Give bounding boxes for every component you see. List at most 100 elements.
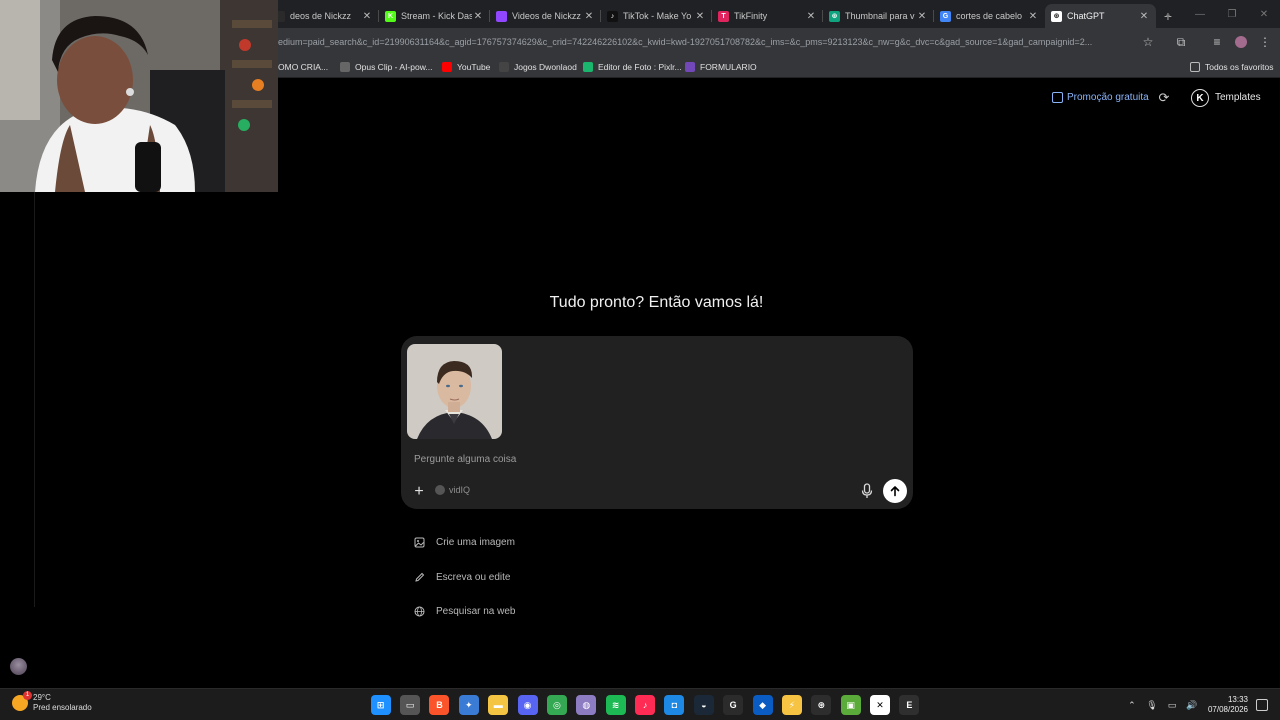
close-window-button[interactable]: ✕ [1248,0,1280,28]
free-promo-link[interactable]: Promoção gratuita [1052,92,1149,103]
chevron-up-icon[interactable]: ⌃ [1125,698,1139,712]
bookmark-label: FORMULARIO [700,62,757,72]
maximize-button[interactable]: ❐ [1216,0,1248,28]
bookmark-label: Jogos Dwonlaod [514,62,577,72]
add-attachment-button[interactable]: + [412,483,426,501]
epic-games-icon[interactable]: E [899,695,920,715]
copilot-icon[interactable]: ✦ [458,695,479,715]
attached-image-thumbnail[interactable] [407,344,502,439]
bookmark-favicon-icon [340,62,350,72]
microphone-tray-icon[interactable]: 🎙 [1145,698,1159,712]
weather-widget[interactable]: 29°C Pred ensolarado [12,691,92,713]
tab-close-icon[interactable]: ✕ [694,11,706,22]
bookmark-label: Editor de Foto : Pixlr... [598,62,682,72]
user-avatar[interactable] [10,658,27,675]
suggestion-label: Crie uma imagem [436,537,515,548]
bookmark-favicon-icon [685,62,695,72]
tiktok-icon[interactable]: ♪ [635,695,656,715]
bookmark-label: Opus Clip - AI-pow... [355,62,433,72]
bookmark-item[interactable]: FORMULARIO [685,60,757,74]
steam-icon[interactable]: ◒ [693,695,714,715]
suggestion-item[interactable]: Escreva ou edite [414,572,511,583]
tab-favicon-icon: ⊛ [1051,10,1062,22]
prompt-input[interactable]: Pergunte alguma coisa [414,454,516,465]
bookmark-item[interactable]: Opus Clip - AI-pow... [340,60,432,74]
network-icon[interactable]: ▭ [1165,698,1179,712]
templates-button[interactable]: Templates [1215,92,1261,103]
bookmark-item[interactable]: Editor de Foto : Pixlr... [583,60,682,74]
tab-close-icon[interactable]: ✕ [361,11,373,22]
webcam-feed [0,0,278,192]
chatgpt-app-icon[interactable]: ⊛ [811,695,832,715]
browser-tab[interactable]: ⊛ ChatGPT ✕ [1045,4,1156,28]
tab-title: Videos de Nickzz [512,11,581,21]
discord-icon[interactable]: ◉ [517,695,538,715]
templates-logo-icon[interactable]: K [1191,89,1209,107]
taskbar-apps: ⊞ ▭ B ✦ ▬ ◉ ◎ ◍ ≋ ♪ ◘ ◒ G ◆ ⚡ ⊛ ▣ ✕ E [366,693,924,717]
bookmark-item[interactable]: OMO CRIA... [278,60,328,74]
star-icon[interactable]: ☆ [1140,34,1156,50]
refresh-icon[interactable]: ⟳ [1157,90,1171,105]
volume-icon[interactable]: 🔊 [1185,698,1199,712]
browser-tab[interactable]: ♪ TikTok - Make Yo ✕ [601,4,712,28]
app-yellow-icon[interactable]: ⚡ [781,695,802,715]
browser-tab[interactable]: Videos de Nickzz ✕ [490,4,601,28]
profile-avatar[interactable] [1233,34,1249,50]
tab-favicon-icon [496,10,507,22]
browser-tab[interactable]: deos de Nickzz ✕ [268,4,379,28]
browser-tab[interactable]: ⊛ Thumbnail para v ✕ [823,4,934,28]
image-icon [414,537,425,548]
microphone-icon[interactable] [861,483,873,499]
suggestion-item[interactable]: Pesquisar na web [414,606,516,617]
bookmark-favicon-icon [442,62,452,72]
browser-tab[interactable]: K Stream - Kick Das ✕ [379,4,490,28]
chevron-down-icon[interactable]: ⌄ [1152,0,1184,28]
weather-description: Pred ensolarado [33,703,92,712]
windows-taskbar: 29°C Pred ensolarado ⊞ ▭ B ✦ ▬ ◉ ◎ ◍ ≋ ♪ ◘ ◒ G ◆ ⚡ ⊛ ▣ ✕ E… [0,688,1280,720]
file-explorer-gray-icon[interactable]: ▭ [400,695,421,715]
all-bookmarks-folder[interactable]: Todos os favoritos [1190,60,1274,74]
tab-close-icon[interactable]: ✕ [1027,11,1039,22]
browser-tab[interactable]: T TikFinity ✕ [712,4,823,28]
tab-close-icon[interactable]: ✕ [916,11,928,22]
vpn-icon[interactable]: ◆ [752,695,773,715]
bookmark-item[interactable]: YouTube [442,60,490,74]
kebab-menu-icon[interactable]: ⋮ [1257,34,1273,50]
minecraft-icon[interactable]: ▣ [840,695,861,715]
browser-tab[interactable]: Gcortes de cabelo ✕ [934,4,1045,28]
tab-close-icon[interactable]: ✕ [1138,11,1150,22]
windows-start-icon[interactable]: ⊞ [370,695,391,715]
send-button[interactable] [883,479,907,503]
window-controls: ⌄ — ❐ ✕ [1152,0,1280,28]
clock-time: 13:33 [1227,695,1248,704]
clock-date: 07/08/2026 [1207,705,1248,714]
suggestion-item[interactable]: Crie uma imagem [414,537,515,548]
suggestion-label: Escreva ou edite [436,572,511,583]
brave-icon[interactable]: B [429,695,450,715]
extensions-icon[interactable]: ⧉ [1173,34,1189,50]
minimize-button[interactable]: — [1184,0,1216,28]
tab-title: ChatGPT [1067,11,1105,21]
media-control-icon[interactable]: ≡ [1209,34,1225,50]
app-blue-icon[interactable]: ◘ [664,695,685,715]
tab-close-icon[interactable]: ✕ [805,11,817,22]
tab-close-icon[interactable]: ✕ [583,11,595,22]
address-bar[interactable]: edium=paid_search&c_id=21990631164&c_agi… [278,28,1148,56]
vidiq-tool-chip[interactable]: vidIQ [435,485,470,495]
capcut-icon[interactable]: ✕ [870,695,891,715]
suggestion-label: Pesquisar na web [436,606,516,617]
taskbar-clock[interactable]: 13:33 07/08/2026 [1208,695,1248,715]
vidiq-icon [435,485,445,495]
notification-icon[interactable] [1256,699,1268,711]
spotify-icon[interactable]: ≋ [605,695,626,715]
tab-title: deos de Nickzz [290,11,352,21]
bookmark-item[interactable]: Jogos Dwonlaod [499,60,577,74]
tab-favicon-icon: G [940,10,951,22]
app-g-icon[interactable]: G [723,695,744,715]
portrait-image [407,344,502,439]
prompt-composer: Pergunte alguma coisa + vidIQ [401,336,913,509]
chrome-icon[interactable]: ◎ [546,695,567,715]
folder-icon[interactable]: ▬ [488,695,509,715]
app-shell-icon[interactable]: ◍ [576,695,597,715]
tab-close-icon[interactable]: ✕ [472,11,484,22]
